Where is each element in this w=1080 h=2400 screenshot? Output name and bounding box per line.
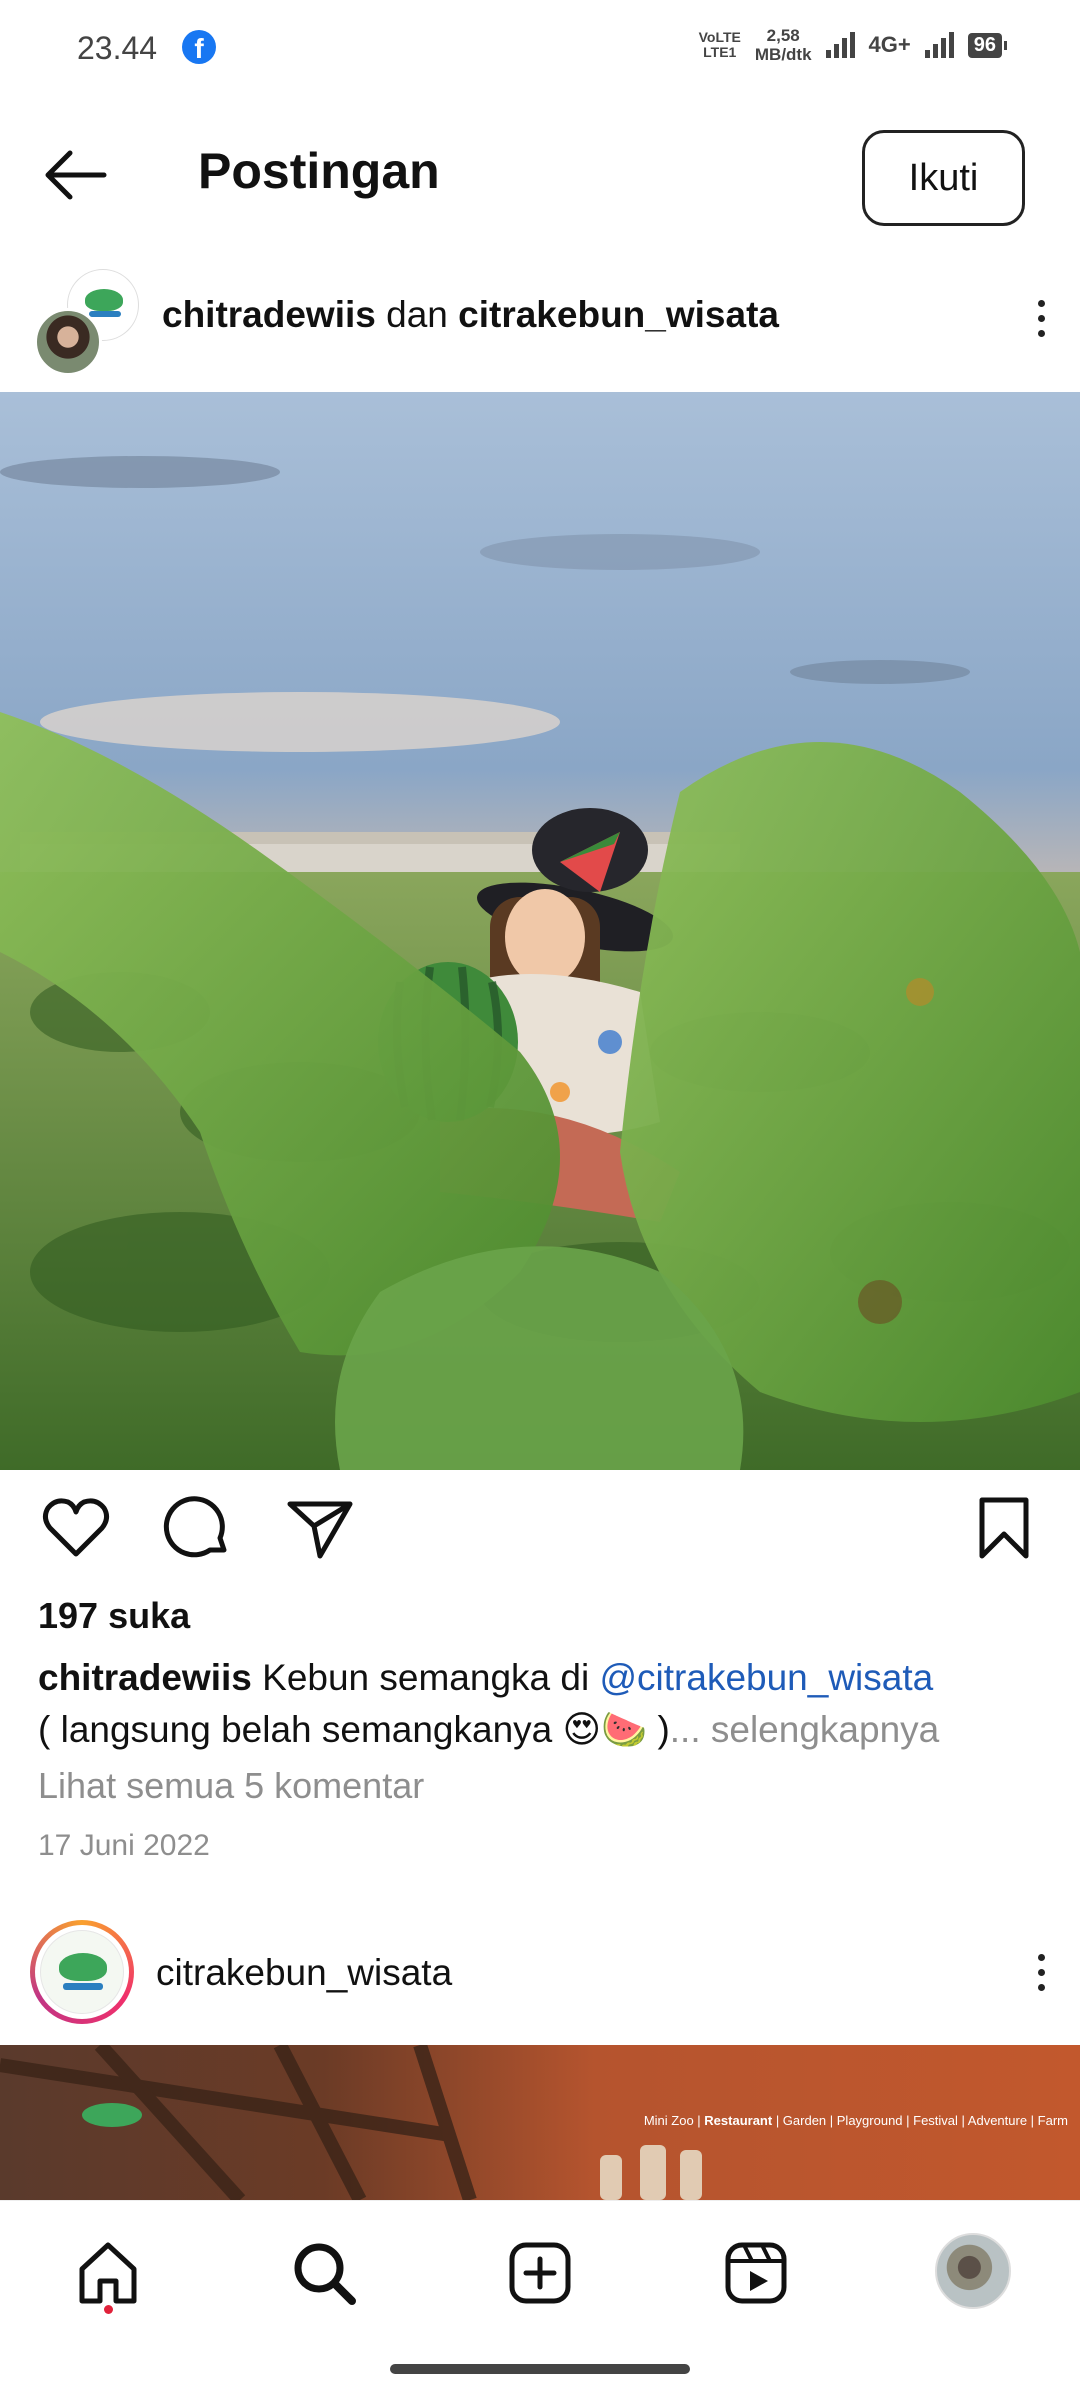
more-options-button[interactable] bbox=[1026, 296, 1056, 346]
author-username[interactable]: chitradewiis bbox=[162, 294, 376, 335]
signal-strength-2-icon bbox=[924, 32, 954, 58]
back-button[interactable] bbox=[40, 145, 110, 205]
post-caption: chitradewiis Kebun semangka di @citrakeb… bbox=[38, 1652, 1048, 1756]
top-app-bar: Postingan Ikuti bbox=[0, 120, 1080, 230]
post-image-2[interactable]: Mini Zoo | Restaurant | Garden | Playgro… bbox=[0, 2045, 1080, 2200]
post-date: 17 Juni 2022 bbox=[38, 1829, 210, 1862]
post-image[interactable] bbox=[0, 392, 1080, 1470]
comment-bubble-icon bbox=[163, 1496, 227, 1558]
signal-strength-icon bbox=[825, 32, 855, 58]
nav-search[interactable] bbox=[288, 2237, 360, 2309]
author-conjunction: dan bbox=[386, 294, 448, 335]
status-time: 23.44 bbox=[77, 30, 158, 66]
avatar-chitradewiis[interactable] bbox=[34, 308, 102, 376]
more-options-button-2[interactable] bbox=[1026, 1950, 1056, 2000]
caption-text: Kebun semangka di bbox=[262, 1657, 590, 1698]
post-authors: chitradewiis dan citrakebun_wisata bbox=[162, 294, 779, 336]
nav-reels[interactable] bbox=[720, 2237, 792, 2309]
volte-indicator: VoLTE LTE1 bbox=[698, 29, 741, 60]
reels-icon bbox=[725, 2242, 787, 2304]
caption-more-link[interactable]: ... selengkapnya bbox=[670, 1709, 939, 1750]
follow-button[interactable]: Ikuti bbox=[862, 130, 1025, 226]
nav-profile-avatar[interactable] bbox=[935, 2233, 1011, 2309]
heart-icon bbox=[42, 1498, 110, 1557]
like-button[interactable] bbox=[40, 1492, 112, 1564]
restaurant-tags: Mini Zoo | Restaurant | Garden | Playgro… bbox=[643, 2113, 1068, 2128]
nav-home[interactable] bbox=[72, 2237, 144, 2309]
comment-button[interactable] bbox=[162, 1492, 234, 1564]
battery-icon: 96 bbox=[967, 32, 1008, 58]
nav-create[interactable] bbox=[504, 2237, 576, 2309]
post-actions bbox=[0, 1492, 1080, 1572]
home-indicator[interactable] bbox=[390, 2364, 690, 2374]
save-button[interactable] bbox=[968, 1492, 1040, 1564]
post2-username[interactable]: citrakebun_wisata bbox=[156, 1952, 452, 1994]
story-ring-avatar[interactable] bbox=[30, 1920, 134, 2024]
like-count[interactable]: 197 suka bbox=[38, 1595, 190, 1637]
network-type: 4G+ bbox=[868, 32, 911, 57]
caption-mention[interactable]: @citrakebun_wisata bbox=[599, 1657, 933, 1698]
share-button[interactable] bbox=[284, 1492, 356, 1564]
more-dots-icon bbox=[1037, 300, 1045, 307]
paper-plane-icon bbox=[287, 1501, 353, 1559]
facebook-notification-icon: f bbox=[182, 30, 216, 64]
status-bar: 23.44 f VoLTE LTE1 2,58 MB/dtk 4G+ 96 bbox=[0, 0, 1080, 95]
notification-dot bbox=[104, 2305, 113, 2314]
arrow-left-icon bbox=[45, 150, 107, 200]
bookmark-icon bbox=[979, 1497, 1029, 1559]
brand-logo-icon bbox=[40, 1930, 124, 2014]
search-icon bbox=[294, 2243, 356, 2305]
collaborator-username[interactable]: citrakebun_wisata bbox=[458, 294, 779, 335]
post-header-2: citrakebun_wisata bbox=[0, 1920, 1080, 2035]
plus-square-icon bbox=[509, 2242, 571, 2304]
post-header: chitradewiis dan citrakebun_wisata bbox=[0, 262, 1080, 382]
page-title: Postingan bbox=[198, 143, 440, 199]
post-photo-illustration bbox=[0, 392, 1080, 1470]
caption-username[interactable]: chitradewiis bbox=[38, 1657, 252, 1698]
caption-text-2: ( langsung belah semangkanya 😍🍉 ) bbox=[38, 1709, 670, 1750]
network-speed: 2,58 MB/dtk bbox=[754, 26, 812, 64]
view-comments-link[interactable]: Lihat semua 5 komentar bbox=[38, 1765, 424, 1807]
home-icon bbox=[79, 2242, 137, 2304]
collab-avatars[interactable] bbox=[34, 270, 140, 376]
more-dots-icon bbox=[1037, 1954, 1045, 1961]
status-indicators: VoLTE LTE1 2,58 MB/dtk 4G+ 96 bbox=[698, 26, 1008, 64]
